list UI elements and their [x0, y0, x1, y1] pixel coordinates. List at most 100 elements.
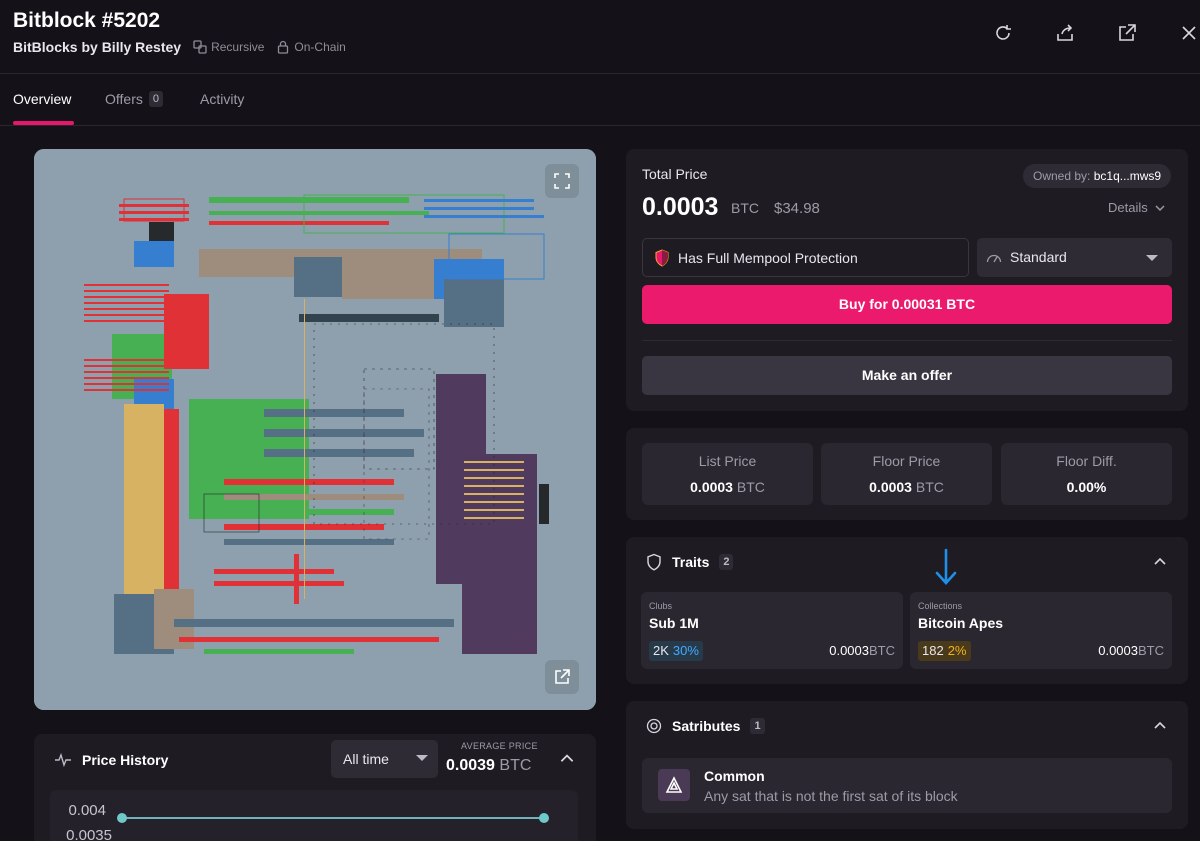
- total-price-label: Total Price: [642, 166, 708, 182]
- satributes-card: Satributes 1 Common Any sat that is not …: [626, 701, 1188, 829]
- stat-value: 0.00%: [1001, 479, 1172, 495]
- owner-badge[interactable]: Owned by: bc1q...mws9: [1023, 164, 1172, 188]
- chevron-up-icon[interactable]: [558, 750, 576, 768]
- chevron-down-icon: [1146, 255, 1158, 261]
- y-tick-0004: 0.004: [68, 802, 106, 819]
- tab-activity[interactable]: Activity: [200, 91, 244, 107]
- stat-label: Floor Diff.: [1056, 453, 1117, 469]
- make-offer-button[interactable]: Make an offer: [642, 356, 1172, 395]
- trait-count: 2K: [653, 643, 669, 658]
- stat-unit: BTC: [915, 479, 944, 495]
- tab-bar: Overview Offers 0 Activity: [0, 74, 1200, 126]
- tag-recursive-label: Recursive: [211, 40, 265, 54]
- stat-value: 0.0003 BTC: [821, 479, 992, 495]
- shield-icon: [647, 553, 661, 571]
- shield-icon: [655, 248, 669, 267]
- tag-onchain-label: On-Chain: [294, 40, 346, 54]
- stat-list-price: List Price 0.0003 BTC: [642, 443, 813, 505]
- trait-floor-price: 0.0003BTC: [1098, 643, 1164, 658]
- time-range-value: All time: [343, 751, 389, 767]
- satributes-header[interactable]: Satributes 1: [646, 717, 765, 735]
- average-price-unit: BTC: [499, 757, 532, 774]
- price-chart: 0.004 0.0035: [50, 790, 578, 841]
- trait-card[interactable]: Clubs Sub 1M 2K 30% 0.0003BTC: [641, 592, 903, 669]
- stat-floor-price: Floor Price 0.0003 BTC: [821, 443, 992, 505]
- collection-link[interactable]: BitBlocks by Billy Restey: [13, 39, 181, 55]
- price-stats-card: List Price 0.0003 BTC Floor Price 0.0003…: [626, 428, 1188, 520]
- price-history-label: Price History: [82, 752, 169, 768]
- header: Bitblock #5202 BitBlocks by Billy Restey…: [0, 0, 1200, 74]
- stat-label: Floor Price: [872, 453, 941, 469]
- trait-price-unit: BTC: [1138, 643, 1164, 658]
- share-icon: [1057, 24, 1073, 41]
- offers-count-badge: 0: [148, 91, 163, 107]
- artwork-image: [34, 149, 596, 710]
- average-price-value: 0.0039 BTC: [446, 757, 531, 775]
- chart-point-start: [117, 813, 127, 823]
- traits-header[interactable]: Traits 2: [646, 553, 734, 571]
- stat-number: 0.0003: [690, 479, 733, 495]
- artwork-card: [34, 149, 596, 710]
- details-label: Details: [1108, 200, 1148, 215]
- fee-select[interactable]: Standard: [977, 238, 1172, 277]
- trait-card[interactable]: Collections Bitcoin Apes 182 2% 0.0003BT…: [910, 592, 1172, 669]
- total-price-usd: $34.98: [774, 200, 820, 217]
- time-range-select[interactable]: All time: [331, 740, 438, 778]
- satribute-name: Common: [704, 768, 765, 784]
- close-icon: [1182, 26, 1196, 40]
- traits-count-badge: 2: [719, 554, 734, 570]
- trait-floor-price: 0.0003BTC: [829, 643, 895, 658]
- mempool-protection[interactable]: Has Full Mempool Protection: [642, 238, 969, 277]
- trait-category: Clubs: [649, 601, 673, 611]
- average-price-label: AVERAGE PRICE: [461, 741, 538, 751]
- price-chart-svg: 0.004 0.0035: [66, 802, 549, 841]
- activity-icon: [55, 752, 71, 768]
- active-tab-indicator: [13, 121, 74, 125]
- arrow-down-icon: [935, 548, 957, 585]
- tag-onchain: On-Chain: [276, 40, 346, 54]
- buy-button[interactable]: Buy for 0.00031 BTC: [642, 285, 1172, 324]
- subtitle-row: BitBlocks by Billy Restey Recursive On-C…: [13, 39, 346, 55]
- tab-offers[interactable]: Offers 0: [105, 91, 163, 107]
- refresh-button[interactable]: [992, 22, 1014, 44]
- stat-number: 0.0003: [869, 479, 912, 495]
- chevron-up-icon[interactable]: [1152, 718, 1168, 734]
- open-artwork-button[interactable]: [545, 660, 579, 694]
- recursive-icon: [193, 40, 207, 54]
- price-history-title: Price History: [54, 751, 168, 769]
- y-tick-00035: 0.0035: [66, 827, 112, 841]
- stat-label: List Price: [698, 453, 757, 469]
- owner-label: Owned by:: [1033, 169, 1091, 183]
- average-price-number: 0.0039: [446, 757, 495, 774]
- traits-title: Traits: [672, 554, 710, 570]
- satribute-description: Any sat that is not the first sat of its…: [704, 788, 958, 804]
- satribute-item: Common Any sat that is not the first sat…: [642, 758, 1172, 813]
- total-price-unit: BTC: [731, 200, 759, 216]
- trait-percent: 2%: [947, 643, 967, 658]
- stat-number: 0.00%: [1066, 479, 1107, 495]
- page-title: Bitblock #5202: [13, 9, 161, 32]
- share-button[interactable]: [1054, 22, 1076, 44]
- trait-count: 182: [922, 643, 944, 658]
- satribute-icon: [646, 718, 662, 734]
- total-price-value: 0.0003: [642, 193, 719, 221]
- close-button[interactable]: [1178, 22, 1200, 44]
- open-external-button[interactable]: [1116, 22, 1138, 44]
- chart-point-end: [539, 813, 549, 823]
- divider: [642, 340, 1172, 341]
- details-toggle[interactable]: Details: [1108, 200, 1166, 215]
- chevron-down-icon: [416, 755, 428, 761]
- fullscreen-icon: [554, 173, 570, 189]
- external-link-icon: [1119, 24, 1136, 41]
- traits-card: Traits 2 Clubs Sub 1M 2K 30% 0.0003BTC C…: [626, 537, 1188, 684]
- owner-address: bc1q...mws9: [1093, 169, 1162, 183]
- trait-rarity-badge: 182 2%: [918, 641, 971, 661]
- chevron-up-icon[interactable]: [1152, 554, 1168, 570]
- tab-overview[interactable]: Overview: [13, 91, 71, 107]
- stat-floor-diff: Floor Diff. 0.00%: [1001, 443, 1172, 505]
- chevron-down-icon: [1155, 204, 1165, 211]
- trait-price-unit: BTC: [869, 643, 895, 658]
- fullscreen-button[interactable]: [545, 164, 579, 198]
- gauge-icon: [986, 254, 1002, 263]
- tag-recursive: Recursive: [193, 40, 264, 54]
